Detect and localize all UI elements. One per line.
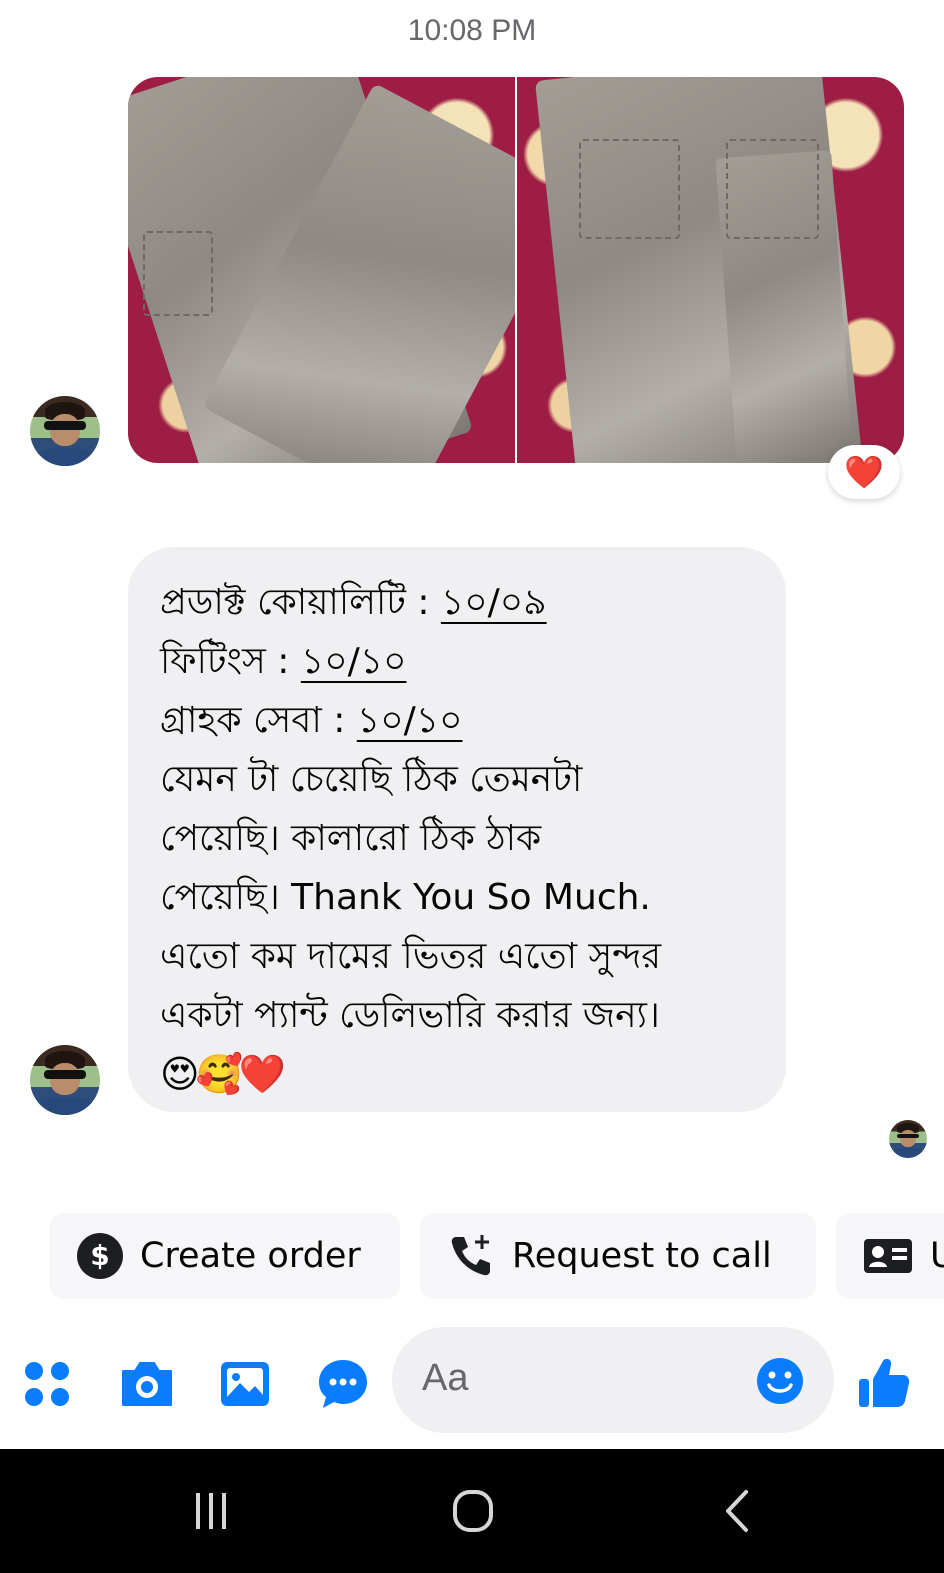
id-card-icon bbox=[862, 1236, 914, 1276]
message-timestamp: 10:08 PM bbox=[407, 14, 537, 47]
contact-info-label: U bbox=[930, 1236, 944, 1276]
request-to-call-button[interactable]: Request to call bbox=[420, 1213, 816, 1299]
message-line: পেয়েছি। Thank You So Much. bbox=[160, 877, 651, 918]
message-bubble[interactable]: প্রডাক্ট কোয়ালিটি : ১০/০৯ ফিটিংস : ১০/১… bbox=[128, 547, 786, 1112]
message-composer: Aa bbox=[0, 1327, 944, 1435]
phone-add-icon bbox=[446, 1231, 496, 1281]
message-input-placeholder: Aa bbox=[422, 1357, 469, 1399]
emoji-icon[interactable] bbox=[756, 1357, 804, 1405]
message-emojis: 😍🥰❤️ bbox=[160, 1052, 286, 1096]
message-line: পেয়েছি। কালারো ঠিক ঠাক bbox=[160, 818, 542, 859]
request-to-call-label: Request to call bbox=[512, 1236, 772, 1276]
recent-apps-icon[interactable] bbox=[186, 1489, 236, 1533]
create-order-button[interactable]: $ Create order bbox=[50, 1213, 400, 1299]
message-line: একটা প্যান্ট ডেলিভারি করার জন্য। bbox=[160, 995, 660, 1036]
jeans-front-photo[interactable] bbox=[128, 77, 515, 463]
message-line: গ্রাহক সেবা : ১০/১০ bbox=[160, 700, 463, 741]
svg-text:$: $ bbox=[90, 1239, 109, 1272]
dollar-circle-icon: $ bbox=[76, 1232, 124, 1280]
chat-bubble-icon[interactable] bbox=[316, 1357, 370, 1411]
heart-reaction-icon: ❤️ bbox=[844, 453, 884, 491]
camera-icon[interactable] bbox=[118, 1357, 176, 1411]
home-icon[interactable] bbox=[448, 1487, 498, 1535]
quick-actions: $ Create order Request to call U bbox=[0, 1213, 944, 1299]
message-line: যেমন টা চেয়েছি ঠিক তেমনটা bbox=[160, 759, 583, 800]
message-line: এতো কম দামের ভিতর এতো সুন্দর bbox=[160, 936, 662, 977]
gallery-icon[interactable] bbox=[218, 1359, 272, 1409]
jeans-back-photo[interactable] bbox=[517, 77, 904, 463]
message-input[interactable]: Aa bbox=[392, 1327, 834, 1433]
system-navigation-bar bbox=[0, 1449, 944, 1573]
like-icon[interactable] bbox=[856, 1355, 912, 1411]
seen-receipt-avatar bbox=[889, 1120, 927, 1158]
sender-avatar[interactable] bbox=[30, 1045, 100, 1115]
message-line: প্রডাক্ট কোয়ালিটি : ১০/০৯ bbox=[160, 582, 547, 623]
create-order-label: Create order bbox=[140, 1236, 361, 1276]
message-line: ফিটিংস : ১০/১০ bbox=[160, 641, 407, 682]
heart-reaction[interactable]: ❤️ bbox=[828, 445, 900, 499]
back-icon[interactable] bbox=[712, 1487, 762, 1535]
apps-icon[interactable] bbox=[22, 1359, 72, 1409]
photo-message bbox=[128, 77, 904, 463]
sender-avatar[interactable] bbox=[30, 396, 100, 466]
contact-info-button[interactable]: U bbox=[836, 1213, 944, 1299]
